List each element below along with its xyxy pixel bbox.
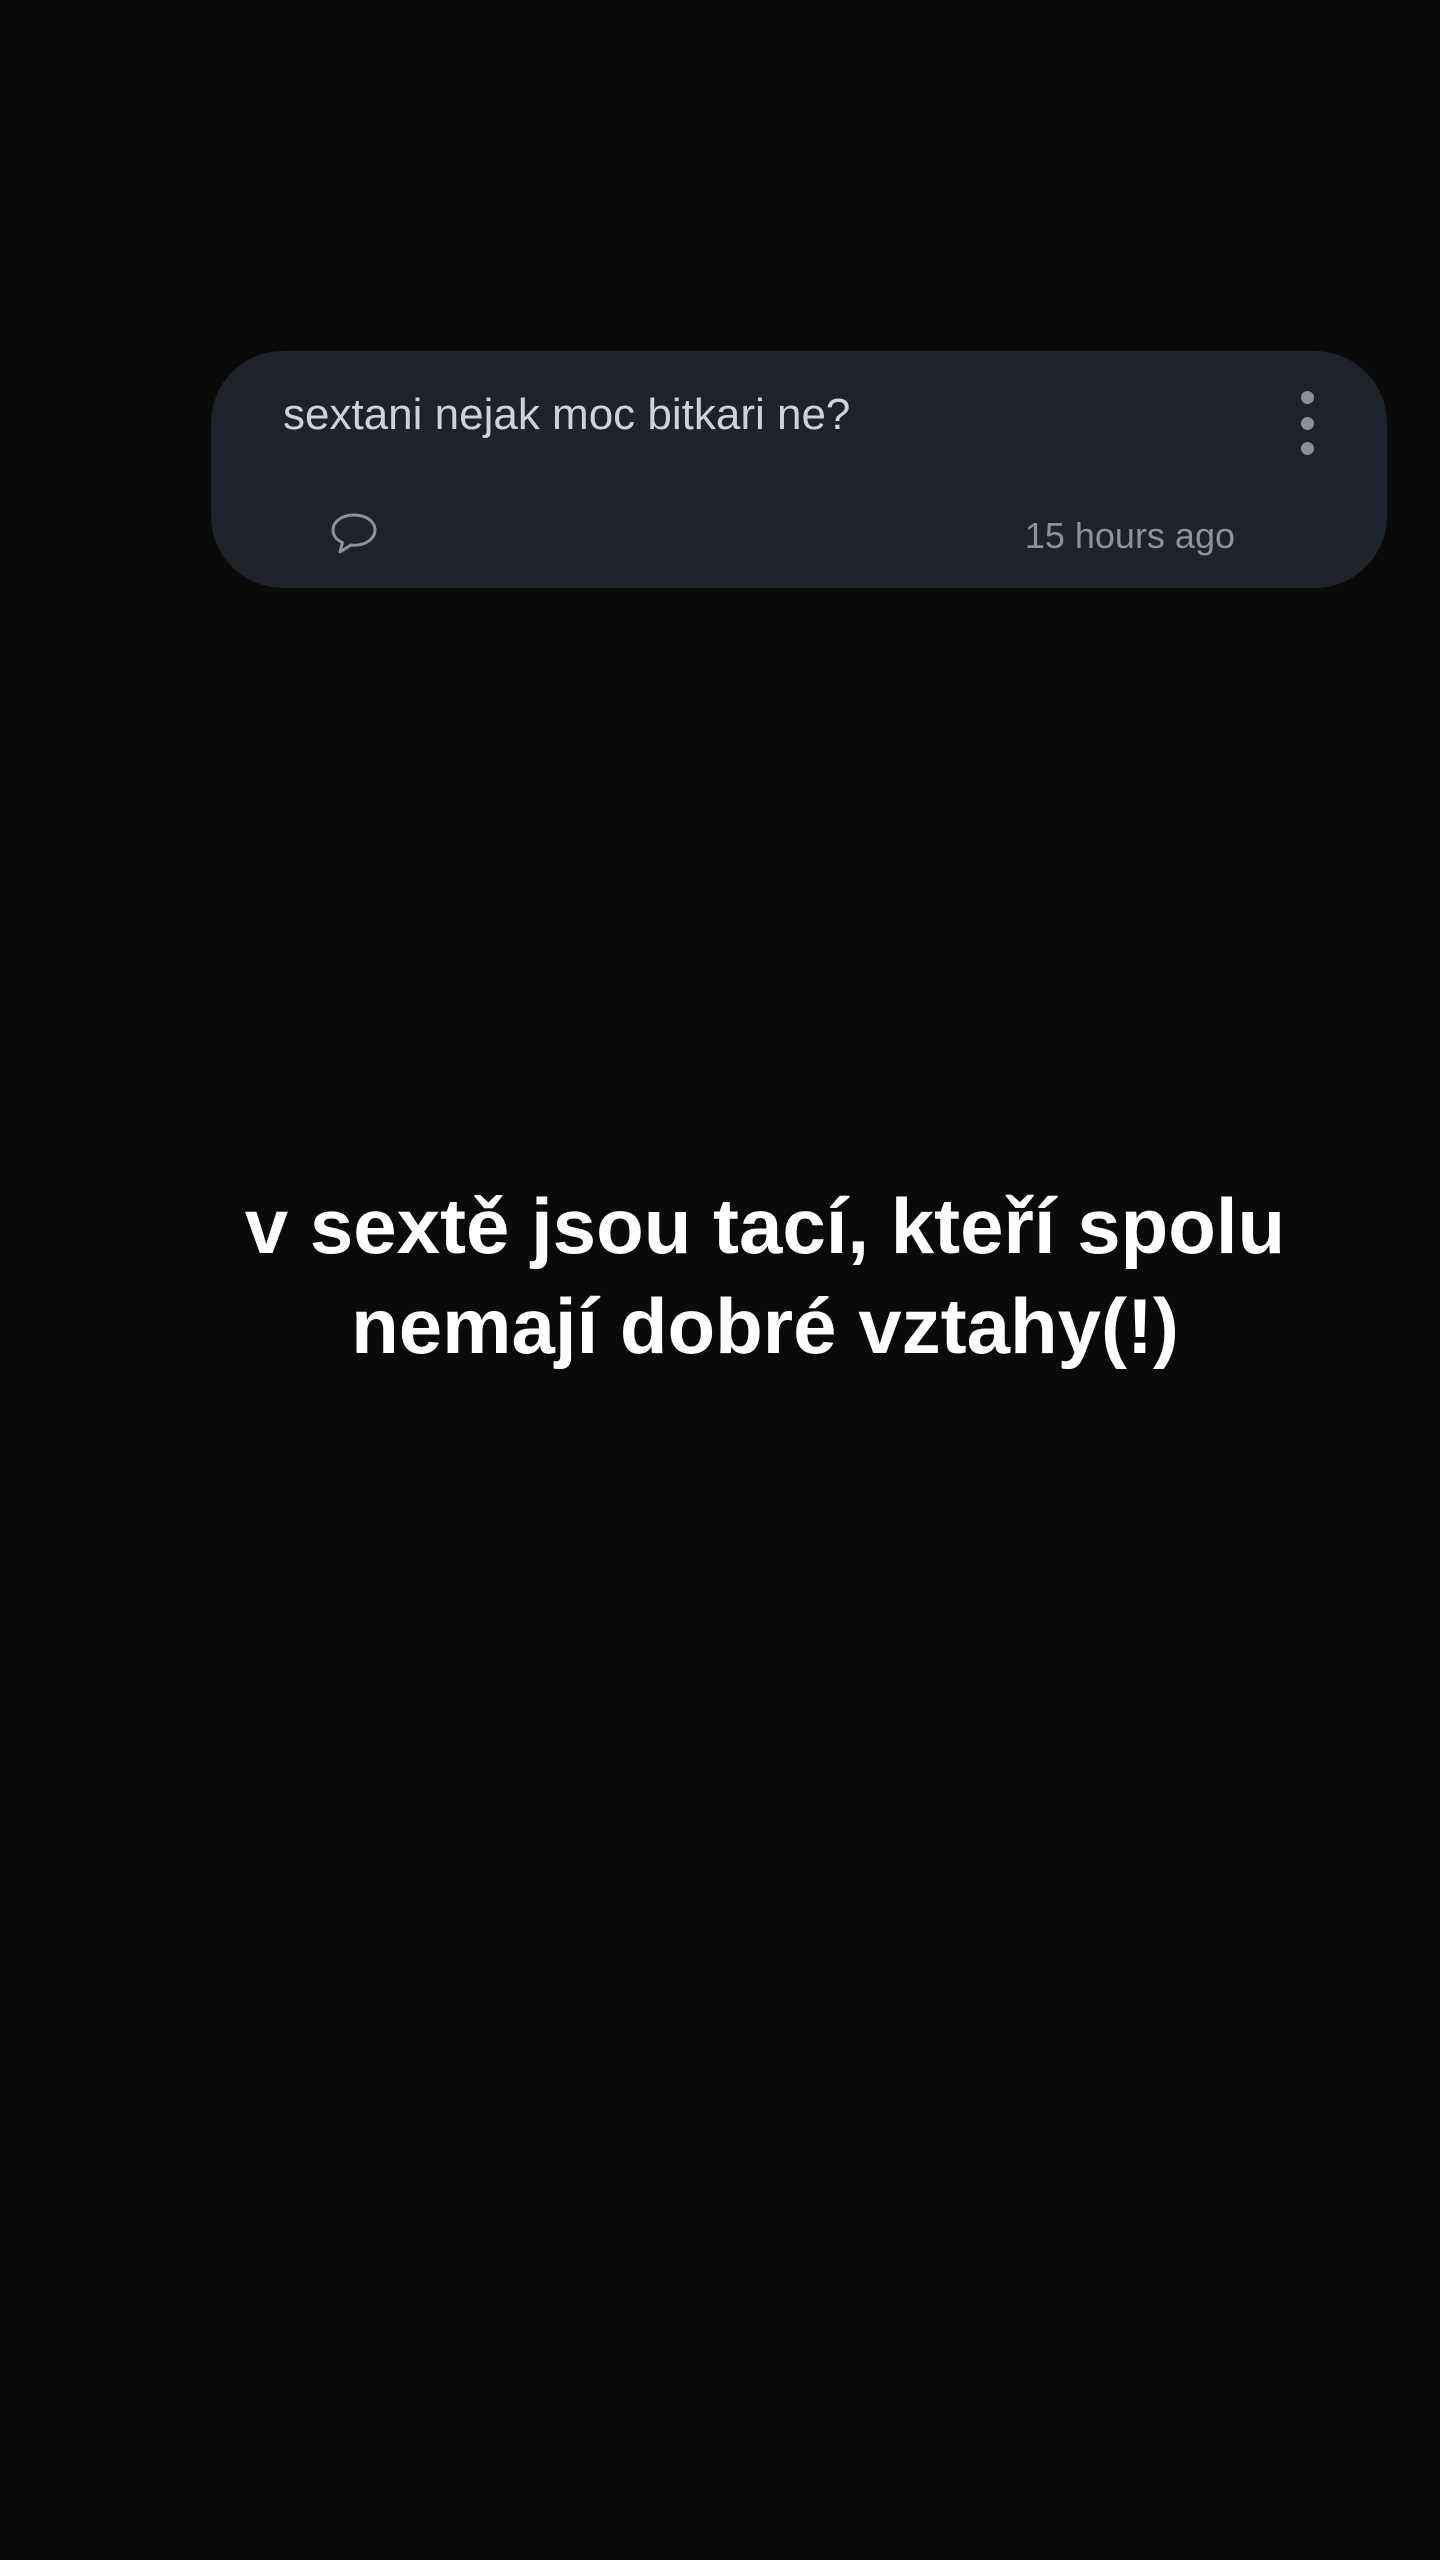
reply-text: v sextě jsou tací, kteří spolu nemají do… (140, 1176, 1390, 1376)
more-vertical-icon-dot (1300, 391, 1314, 404)
more-options-button[interactable] (1291, 387, 1323, 459)
question-text: sextani nejak moc bitkari ne? (283, 390, 851, 439)
question-card[interactable]: sextani nejak moc bitkari ne? 15 hours a… (211, 351, 1387, 588)
reply-text-line-2: nemají dobré vztahy(!) (351, 1282, 1179, 1370)
speech-bubble-icon[interactable] (329, 511, 379, 557)
post-timestamp: 15 hours ago (1024, 515, 1235, 556)
more-vertical-icon-dot (1300, 416, 1314, 430)
more-vertical-icon-dot (1300, 442, 1314, 455)
reply-text-line-1: v sextě jsou tací, kteří spolu (244, 1182, 1286, 1270)
